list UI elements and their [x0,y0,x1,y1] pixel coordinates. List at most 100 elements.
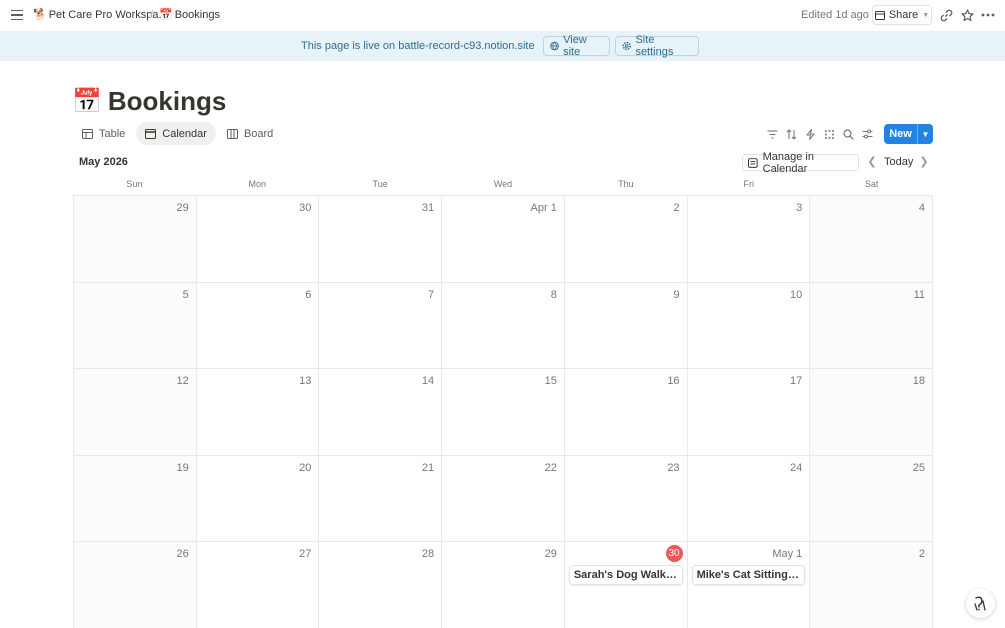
calendar-day-cell[interactable]: 18 [810,369,933,456]
calendar-day-cell[interactable]: 2 [564,196,688,283]
calendar-day-cell[interactable]: 14 [319,369,443,456]
day-number: 26 [176,548,189,561]
day-number: 27 [299,548,312,561]
calendar-emoji-icon[interactable]: 📅 [72,88,102,116]
view-site-label: View site [563,34,587,58]
today-button[interactable]: Today [884,156,913,168]
calendar-icon [145,128,157,139]
breadcrumb-bookings-label: Bookings [174,8,220,21]
calendar-day-cell[interactable]: 31 [319,196,443,283]
star-icon[interactable] [959,7,975,23]
calendar-day-cell[interactable]: Apr 1 [442,196,565,283]
calendar-grid: 29 30 31 Apr 1 2 3 4 5 6 7 8 9 10 11 12 13 14 15 16 17 18 19 2… [73,195,933,628]
manage-label: Manage in Calendar [762,150,814,175]
calendar-day-cell[interactable]: 9 [564,282,688,370]
today-day-number: 30 [665,545,683,563]
day-number: 11 [913,288,925,301]
day-number: 2 [673,202,680,214]
day-number: 2 [918,548,925,561]
calendar-day-cell[interactable]: 17 [687,369,811,456]
day-number: 18 [912,375,925,388]
day-number: 3 [796,202,803,214]
tab-calendar[interactable]: Calendar [136,122,216,145]
sort-icon[interactable] [783,126,799,142]
page-title[interactable]: Bookings [108,86,226,117]
dog-icon: 🐕 [33,9,47,21]
search-icon[interactable] [840,126,856,142]
weekday-label: Wed [493,179,513,189]
calendar-day-cell[interactable]: 26 [74,542,197,628]
event-card[interactable]: Mike's Cat Sitting — ... [691,565,806,586]
calendar-day-cell[interactable]: 15 [442,369,565,456]
day-number: 5 [182,288,189,301]
day-number: 17 [790,375,803,388]
calendar-day-cell[interactable]: 20 [196,455,320,543]
day-number: 24 [790,461,803,474]
settings-sliders-icon[interactable] [859,126,875,142]
tab-board-label: Board [243,127,274,140]
calendar-day-cell[interactable]: 11 [810,282,933,370]
day-number: 20 [299,461,312,474]
share-label: Share [888,9,919,21]
share-button[interactable]: Share ▼ [872,5,932,25]
day-number: 29 [544,548,557,561]
site-settings-button[interactable]: Site settings [615,34,699,58]
calendar-day-cell[interactable]: 13 [196,369,320,456]
edited-timestamp: Edited 1d ago [801,9,869,21]
day-number: 28 [421,548,435,561]
new-button-label: New [889,128,912,140]
more-options-icon[interactable] [980,7,996,23]
calendar-day-cell[interactable]: 3 [687,196,811,283]
filter-icon[interactable] [764,126,780,142]
day-number: 13 [299,375,312,388]
view-site-button[interactable]: View site [543,34,610,58]
weekday-label: Tue [372,179,388,189]
new-button[interactable]: New ▼ [884,124,933,144]
calendar-day-cell[interactable]: 30 [196,196,320,283]
day-number: 31 [421,202,435,214]
calendar-day-cell[interactable]: 25 [810,455,933,543]
weekday-label: Fri [743,179,754,189]
breadcrumb-bookings[interactable]: 📅 Bookings [159,8,220,22]
calendar-day-cell[interactable]: 29 [442,542,565,628]
calendar-day-cell[interactable]: 22 [442,455,565,543]
day-number: 8 [550,288,557,301]
day-number: 19 [176,461,189,474]
calendar-day-cell[interactable]: 24 [687,455,811,543]
calendar-day-cell[interactable]: 21 [319,455,443,543]
calendar-day-cell[interactable]: 2 [810,542,933,628]
breadcrumb-workspace[interactable]: 🐕 Pet Care Pro Workspa... [33,8,168,22]
ai-sparkle-icon[interactable] [821,126,837,142]
tab-board[interactable]: Board [218,122,282,145]
tab-table[interactable]: Table [73,122,134,145]
live-site-banner: This page is live on battle-record-c93.n… [0,31,1005,61]
calendar-day-cell[interactable]: 6 [196,282,320,370]
automation-bolt-icon[interactable] [802,126,818,142]
calendar-day-cell[interactable]: 7 [319,282,443,370]
chevron-right-icon[interactable]: ❯ [918,155,930,168]
calendar-day-cell[interactable]: 8 [442,282,565,370]
calendar-day-cell[interactable]: 29 [74,196,197,283]
calendar-day-cell[interactable]: 28 [319,542,443,628]
calendar-day-cell[interactable]: 16 [564,369,688,456]
calendar-day-cell[interactable]: May 1 Mike's Cat Sitting — ... [687,542,811,628]
event-card[interactable]: Sarah's Dog Walk — ... [568,565,683,586]
calendar-day-cell[interactable]: 27 [196,542,320,628]
calendar-day-cell[interactable]: 4 [810,196,933,283]
help-button[interactable] [966,589,995,618]
view-toolbar [764,126,875,142]
calendar-day-cell[interactable]: 19 [74,455,197,543]
table-icon [82,128,93,139]
sidebar-toggle-icon[interactable] [9,7,25,23]
calendar-day-cell[interactable]: 10 [687,282,811,370]
copy-link-icon[interactable] [938,7,954,23]
manage-in-calendar-button[interactable]: Manage in Calendar [742,151,859,175]
chevron-down-icon[interactable]: ▼ [918,130,933,139]
calendar-day-cell[interactable]: 30 Sarah's Dog Walk — ... [564,542,688,628]
calendar-day-cell[interactable]: 23 [564,455,688,543]
day-number: 12 [176,375,189,388]
calendar-day-cell[interactable]: 12 [74,369,197,456]
chevron-left-icon[interactable]: ❮ [866,155,878,168]
calendar-day-cell[interactable]: 5 [74,282,197,370]
day-number: 6 [305,288,312,301]
